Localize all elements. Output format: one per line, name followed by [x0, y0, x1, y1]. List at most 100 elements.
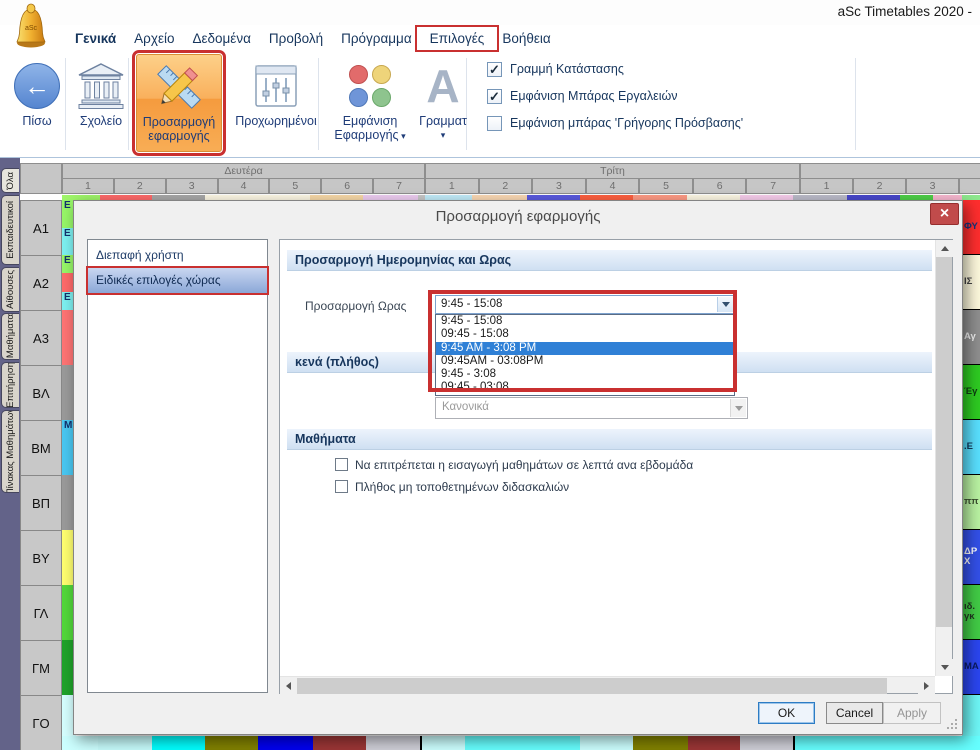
scroll-up-icon[interactable]	[936, 240, 953, 257]
day-header-3[interactable]: Τετ	[800, 163, 980, 179]
row-label-A1[interactable]: A1	[20, 200, 62, 256]
checkbox-unchecked-icon[interactable]	[335, 480, 348, 493]
side-tab-supervision[interactable]: Επιτήρηση	[1, 362, 19, 408]
period-header[interactable]: 2	[114, 178, 166, 194]
row-label-A2[interactable]: A2	[20, 255, 62, 311]
period-header[interactable]: 4	[959, 178, 980, 194]
ribbon-button-customize-application[interactable]: Προσαρμογήεφαρμογής	[136, 54, 222, 152]
lessons-checkbox-minutes[interactable]: Να επιτρέπεται η εισαγωγή μαθημάτων σε λ…	[335, 457, 693, 472]
menu-item-options[interactable]: Επιλογές	[421, 31, 494, 46]
day-label: Τρίτη	[600, 165, 625, 177]
ribbon-button-school[interactable]: Σχολείο	[70, 54, 132, 152]
app-bell-icon[interactable]: aSc	[13, 3, 49, 54]
timetable-cells-right[interactable]: ΜΑ	[962, 640, 980, 695]
row-label-ΒΛ[interactable]: ΒΛ	[20, 365, 62, 421]
period-header[interactable]: 6	[693, 178, 747, 194]
side-tab-lesson-grid[interactable]: Πίνακας Μαθημάτων	[1, 410, 19, 493]
day-header-1[interactable]: Δευτέρα	[62, 163, 425, 179]
ok-button[interactable]: OK	[758, 702, 815, 724]
row-label-ΒΥ[interactable]: ΒΥ	[20, 530, 62, 586]
dropdown-option-1[interactable]: 09:45 - 15:08	[436, 328, 734, 341]
chevron-down-icon: ▾	[441, 128, 446, 142]
period-header[interactable]: 1	[800, 178, 853, 194]
period-header[interactable]: 2	[853, 178, 906, 194]
timetable-cells-right[interactable]: .Ε	[962, 420, 980, 475]
menu-item-view[interactable]: Προβολή	[260, 31, 332, 46]
chevron-down-icon: ▾	[399, 131, 406, 141]
day-header-2[interactable]: Τρίτη	[425, 163, 800, 179]
sidebar-item-user-interface[interactable]: Διεπαφή χρήστη	[88, 243, 267, 268]
ribbon-checkbox-row-1[interactable]: ✓Εμφάνιση Μπάρας Εργαλειών	[487, 87, 743, 105]
row-label-ΒΠ[interactable]: ΒΠ	[20, 475, 62, 531]
dropdown-option-5[interactable]: 09:45 - 03:08	[436, 381, 734, 394]
horizontal-scrollbar[interactable]	[280, 676, 935, 693]
close-icon[interactable]: ×	[930, 203, 959, 225]
resize-grip[interactable]	[955, 727, 957, 729]
row-label-ΓΟ[interactable]: ΓΟ	[20, 695, 62, 750]
timetable-cells-right[interactable]: Έγ	[962, 365, 980, 420]
timetable-cells-right[interactable]: ιδ. γκ	[962, 585, 980, 640]
period-header[interactable]: 2	[479, 178, 533, 194]
period-header[interactable]: 1	[62, 178, 114, 194]
dropdown-option-2[interactable]: 9:45 AM - 3:08 PM	[436, 342, 734, 355]
checkbox-unchecked-icon[interactable]	[335, 458, 348, 471]
gaps-value: Κανονικά	[442, 401, 489, 413]
row-label-ΒΜ[interactable]: ΒΜ	[20, 420, 62, 476]
period-header[interactable]: 5	[269, 178, 321, 194]
row-label-ΓΛ[interactable]: ΓΛ	[20, 585, 62, 641]
menu-item-help[interactable]: Βοήθεια	[493, 31, 559, 46]
scroll-left-icon[interactable]	[280, 677, 297, 694]
sidebar-item-country-specific-options[interactable]: Ειδικές επιλογές χώρας	[88, 268, 267, 293]
vertical-scrollbar[interactable]	[935, 240, 952, 676]
menu-item-general[interactable]: Γενικά	[66, 31, 125, 46]
period-header[interactable]: 4	[586, 178, 640, 194]
dropdown-option-3[interactable]: 09:45AM - 03:08PM	[436, 355, 734, 368]
timetable-strip-segment	[740, 736, 793, 750]
row-label-A3[interactable]: A3	[20, 310, 62, 366]
menu-item-schedule[interactable]: Πρόγραμμα	[332, 31, 421, 46]
ribbon-button-advanced[interactable]: Προχωρημένοι	[226, 54, 326, 152]
scroll-right-icon[interactable]	[918, 677, 935, 694]
period-header[interactable]: 3	[532, 178, 586, 194]
dialog-main-panel: Προσαρμογή Ημερομηνίας και Ωρας Προσαρμο…	[279, 239, 953, 694]
ribbon-button-application-appearance[interactable]: ΕμφάνισηΕφαρμογής ▾	[330, 54, 410, 152]
chevron-down-icon[interactable]	[717, 297, 733, 312]
menu-item-file[interactable]: Αρχείο	[125, 31, 183, 46]
side-tab-classrooms[interactable]: Αίθουσες	[1, 267, 19, 312]
period-header[interactable]: 7	[373, 178, 425, 194]
period-header[interactable]: 6	[321, 178, 373, 194]
side-tab-subjects[interactable]: Μαθήματα	[1, 313, 19, 360]
time-format-combobox[interactable]: 9:45 - 15:08	[435, 295, 735, 314]
timetable-cells-right[interactable]: Αγ	[962, 310, 980, 365]
period-header[interactable]: 3	[166, 178, 218, 194]
cancel-button[interactable]: Cancel	[826, 702, 883, 724]
period-header[interactable]: 7	[746, 178, 800, 194]
period-header[interactable]: 4	[218, 178, 270, 194]
side-tab-all[interactable]: Όλα	[1, 168, 19, 193]
scrollbar-thumb[interactable]	[936, 257, 952, 627]
timetable-cells-right[interactable]: ΙΣ	[962, 255, 980, 310]
period-header[interactable]: 5	[639, 178, 693, 194]
timetable-cells-right[interactable]: ππ	[962, 475, 980, 530]
checkbox-unchecked-icon[interactable]	[487, 116, 502, 131]
dropdown-option-0[interactable]: 9:45 - 15:08	[436, 315, 734, 328]
ribbon-button-fonts[interactable]: AΓραμματ▾	[414, 54, 472, 152]
period-header[interactable]: 3	[906, 178, 959, 194]
ribbon-button-label: Προσαρμογή	[143, 115, 216, 129]
ribbon-checkbox-row-2[interactable]: Εμφάνιση μπάρας 'Γρήγορης Πρόσβασης'	[487, 114, 743, 132]
lessons-checkbox-unplaced[interactable]: Πλήθος μη τοποθετημένων διδασκαλιών	[335, 479, 569, 494]
timetable-cells-right[interactable]: ΦΥ	[962, 200, 980, 255]
side-tab-teachers[interactable]: Εκπαιδευτικοί	[1, 195, 19, 265]
dropdown-option-4[interactable]: 9:45 - 3:08	[436, 368, 734, 381]
checkbox-checked-icon[interactable]: ✓	[487, 89, 502, 104]
scrollbar-thumb[interactable]	[297, 678, 887, 694]
scroll-down-icon[interactable]	[936, 659, 953, 676]
menu-item-data[interactable]: Δεδομένα	[183, 31, 259, 46]
checkbox-checked-icon[interactable]: ✓	[487, 62, 502, 77]
timetable-cells-right[interactable]: ΔΡ Χ	[962, 530, 980, 585]
ribbon-button-back[interactable]: ←Πίσω	[8, 54, 66, 152]
ribbon-button-label: Εμφάνιση	[343, 114, 398, 128]
ribbon-checkbox-row-0[interactable]: ✓Γραμμή Κατάστασης	[487, 60, 743, 78]
period-header[interactable]: 1	[425, 178, 479, 194]
row-label-ΓΜ[interactable]: ΓΜ	[20, 640, 62, 696]
